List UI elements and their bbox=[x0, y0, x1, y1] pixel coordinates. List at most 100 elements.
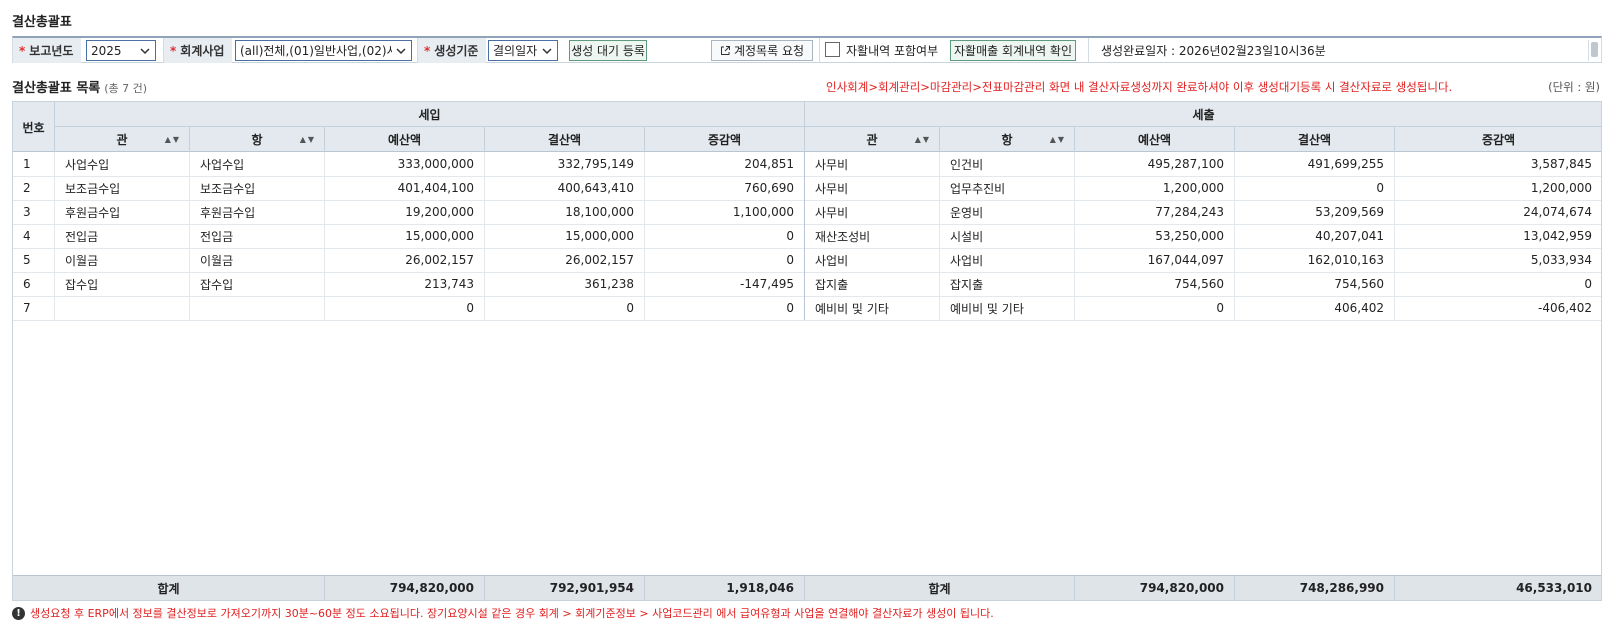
cell-ex-hang: 인건비 bbox=[940, 152, 1075, 176]
basis-label: 생성기준 bbox=[434, 44, 479, 58]
basis-select[interactable]: 결의일자 bbox=[488, 40, 558, 61]
sort-filter-icon[interactable]: ▲▼ bbox=[165, 135, 181, 144]
cell-in-budget: 333,000,000 bbox=[325, 152, 485, 176]
cell-in-budget: 0 bbox=[325, 296, 485, 320]
sort-filter-icon[interactable]: ▲▼ bbox=[300, 135, 316, 144]
unit-label: (단위 : 원) bbox=[1548, 80, 1600, 94]
cell-in-hang: 전입금 bbox=[190, 224, 325, 248]
divider bbox=[1088, 38, 1089, 63]
notice-text: 인사회계>회계관리>마감관리>전표마감관리 화면 내 결산자료생성까지 완료하셔… bbox=[826, 80, 1453, 94]
header-in-gwan-label: 관 bbox=[116, 133, 128, 147]
required-mark: * bbox=[19, 43, 26, 58]
cell-in-budget: 15,000,000 bbox=[325, 224, 485, 248]
cell-in-gwan: 이월금 bbox=[55, 248, 190, 272]
year-label-box: * 보고년도 bbox=[13, 38, 82, 63]
business-label: 회계사업 bbox=[180, 44, 225, 58]
table-row[interactable]: 6 잡수입 잡수입 213,743 361,238 -147,495 잡지출 잡지출 754,5… bbox=[13, 272, 1601, 297]
cell-in-gwan: 잡수입 bbox=[55, 272, 190, 296]
cell-ex-gwan: 사업비 bbox=[805, 248, 940, 272]
cell-in-settle: 0 bbox=[485, 296, 645, 320]
chevron-down-icon bbox=[396, 48, 406, 55]
required-mark: * bbox=[424, 43, 431, 58]
cell-ex-settle: 40,207,041 bbox=[1235, 224, 1395, 248]
header-no[interactable]: 번호 bbox=[13, 102, 55, 152]
header-in-budget[interactable]: 예산액 bbox=[325, 127, 485, 152]
cell-ex-diff: 5,033,934 bbox=[1530, 253, 1592, 267]
cell-ex-diff: 13,042,959 bbox=[1523, 229, 1592, 243]
cell-in-budget: 401,404,100 bbox=[325, 176, 485, 200]
basis-label-box: * 생성기준 bbox=[418, 38, 487, 63]
chevron-down-icon bbox=[542, 48, 552, 55]
header-ex-hang[interactable]: 항 ▲▼ bbox=[940, 127, 1075, 152]
cell-ex-diff: 1,200,000 bbox=[1530, 181, 1592, 195]
business-value: (all)전체,(01)일반사업,(02)시설 bbox=[240, 44, 392, 58]
header-ex-gwan[interactable]: 관 ▲▼ bbox=[805, 127, 940, 152]
cell-no: 6 bbox=[13, 272, 55, 296]
sort-filter-icon[interactable]: ▲▼ bbox=[1050, 135, 1066, 144]
year-label: 보고년도 bbox=[29, 44, 74, 58]
cell-in-settle: 26,002,157 bbox=[485, 248, 645, 272]
cell-ex-settle: 754,560 bbox=[1235, 272, 1395, 296]
grid-header: 번호 세입 세출 관 ▲▼ 항 ▲▼ 예산액 결산액 증감액 관 ▲▼ 항 ▲▼ 예산액… bbox=[13, 102, 1602, 152]
header-ex-hang-label: 항 bbox=[1001, 133, 1013, 147]
self-support-label: 자활내역 포함여부 bbox=[846, 44, 939, 58]
cell-ex-hang: 업무추진비 bbox=[940, 176, 1075, 200]
total-in-label: 합계 bbox=[13, 576, 325, 600]
cell-in-gwan: 보조금수입 bbox=[55, 176, 190, 200]
header-ex-settle[interactable]: 결산액 bbox=[1235, 127, 1395, 152]
total-in-budget: 794,820,000 bbox=[325, 576, 485, 600]
self-support-checkbox[interactable] bbox=[825, 42, 840, 57]
header-in-settle[interactable]: 결산액 bbox=[485, 127, 645, 152]
cell-ex-gwan: 사무비 bbox=[805, 176, 940, 200]
cell-ex-settle: 491,699,255 bbox=[1235, 152, 1395, 176]
cell-in-gwan: 사업수입 bbox=[55, 152, 190, 176]
header-expense-group: 세출 bbox=[1192, 107, 1215, 122]
cell-ex-diff: 24,074,674 bbox=[1523, 205, 1592, 219]
cell-in-diff: -147,495 bbox=[645, 272, 805, 296]
total-ex-settle: 748,286,990 bbox=[1235, 576, 1395, 600]
cell-in-diff: 0 bbox=[645, 224, 805, 248]
scrollbar-thumb[interactable] bbox=[1591, 42, 1598, 57]
cell-ex-settle: 53,209,569 bbox=[1235, 200, 1395, 224]
footer-note-text: 생성요청 후 ERP에서 정보를 결산정보로 가져오기까지 30분~60분 정도… bbox=[30, 607, 994, 620]
table-row[interactable]: 4 전입금 전입금 15,000,000 15,000,000 0 재산조성비 시설비 53,2… bbox=[13, 224, 1601, 249]
cell-no: 2 bbox=[13, 176, 55, 200]
register-wait-button[interactable]: 생성 대기 등록 bbox=[569, 40, 647, 61]
cell-ex-hang: 시설비 bbox=[940, 224, 1075, 248]
totals-row: 합계 794,820,000 792,901,954 1,918,046 합계 … bbox=[13, 575, 1601, 600]
total-ex-diff: 46,533,010 bbox=[1516, 581, 1592, 595]
header-in-hang[interactable]: 항 ▲▼ bbox=[190, 127, 325, 152]
table-row[interactable]: 3 후원금수입 후원금수입 19,200,000 18,100,000 1,100,000… bbox=[13, 200, 1601, 225]
header-in-diff[interactable]: 증감액 bbox=[645, 127, 805, 152]
business-select[interactable]: (all)전체,(01)일반사업,(02)시설 bbox=[235, 40, 412, 61]
cell-ex-gwan: 예비비 및 기타 bbox=[805, 296, 940, 320]
header-in-gwan[interactable]: 관 ▲▼ bbox=[55, 127, 190, 152]
cell-no: 5 bbox=[13, 248, 55, 272]
total-in-settle: 792,901,954 bbox=[485, 576, 645, 600]
cell-ex-budget: 0 bbox=[1075, 296, 1235, 320]
header-ex-budget[interactable]: 예산액 bbox=[1075, 127, 1235, 152]
cell-in-gwan bbox=[55, 296, 190, 320]
warning-icon: ! bbox=[12, 606, 25, 620]
cell-ex-diff: -406,402 bbox=[1538, 301, 1592, 315]
business-label-box: * 회계사업 bbox=[164, 38, 233, 63]
table-row[interactable]: 5 이월금 이월금 26,002,157 26,002,157 0 사업비 사업비 167,0… bbox=[13, 248, 1601, 273]
cell-in-diff: 0 bbox=[645, 248, 805, 272]
table-row[interactable]: 7 0 0 0 예비비 및 기타 예비비 및 기타 0 406,402 -406,402 bbox=[13, 296, 1601, 321]
account-request-button[interactable]: 계정목록 요청 bbox=[711, 40, 813, 61]
table-row[interactable]: 2 보조금수입 보조금수입 401,404,100 400,643,410 760,690… bbox=[13, 176, 1601, 201]
table-row[interactable]: 1 사업수입 사업수입 333,000,000 332,795,149 204,851 사무… bbox=[13, 152, 1601, 177]
header-income-group: 세입 bbox=[55, 102, 805, 126]
cell-in-hang: 사업수입 bbox=[190, 152, 325, 176]
self-support-confirm-button[interactable]: 자활매출 회계내역 확인 bbox=[950, 40, 1076, 61]
cell-in-budget: 213,743 bbox=[325, 272, 485, 296]
filter-bar: * 보고년도 2025 * 회계사업 (all)전체,(01)일반사업,(02)시설… bbox=[12, 36, 1602, 63]
cell-ex-settle: 406,402 bbox=[1235, 296, 1395, 320]
year-select[interactable]: 2025 bbox=[86, 40, 156, 61]
total-in-diff: 1,918,046 bbox=[645, 576, 805, 600]
header-ex-diff[interactable]: 증감액 bbox=[1395, 127, 1602, 152]
sort-filter-icon[interactable]: ▲▼ bbox=[915, 135, 931, 144]
cell-ex-diff: 3,587,845 bbox=[1530, 157, 1592, 171]
cell-ex-settle: 162,010,163 bbox=[1235, 248, 1395, 272]
cell-ex-hang: 예비비 및 기타 bbox=[940, 296, 1075, 320]
